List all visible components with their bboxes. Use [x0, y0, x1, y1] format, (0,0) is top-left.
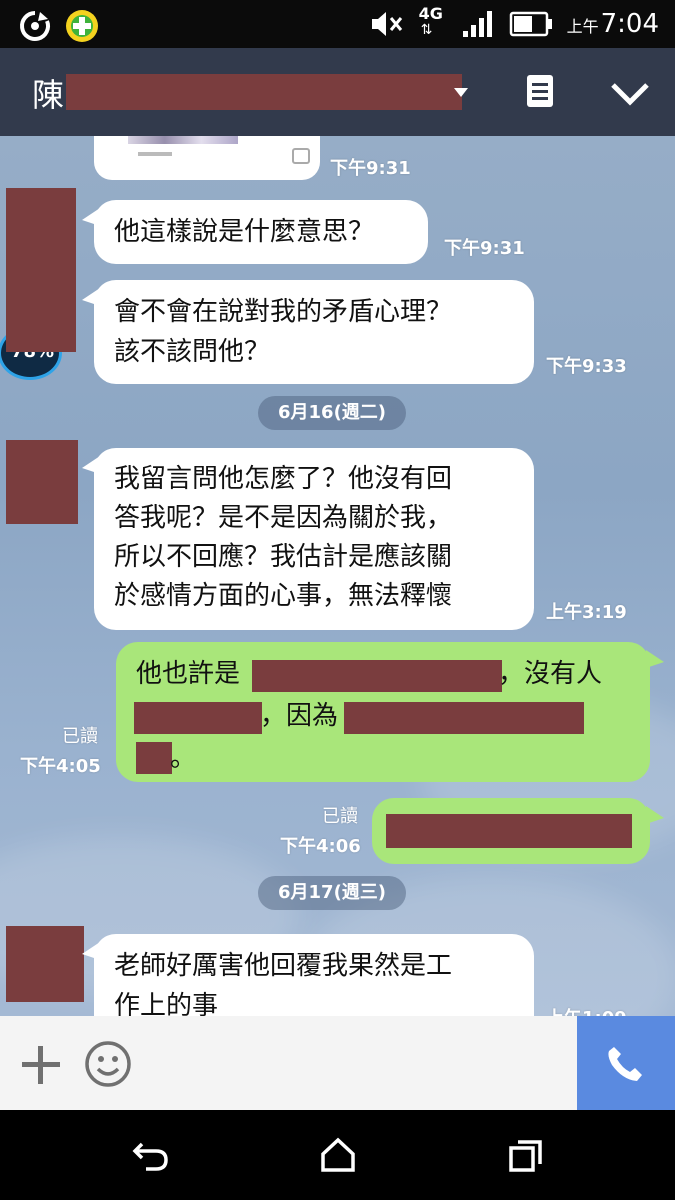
call-button[interactable]	[577, 1016, 675, 1110]
contact-avatar[interactable]	[6, 926, 84, 1002]
message-time: 下午9:33	[546, 356, 627, 377]
redacted-text	[136, 742, 172, 774]
image-thumbnail	[128, 136, 238, 144]
battery-icon	[509, 11, 552, 37]
redacted-text	[252, 660, 502, 692]
signal-icon	[462, 11, 492, 37]
read-receipt: 已讀	[322, 806, 358, 827]
message-text-line: 於感情方面的心事，無法釋懷	[114, 581, 453, 611]
network-type-label: 4G	[418, 4, 443, 23]
data-arrows-icon: ⇅	[420, 22, 433, 38]
redacted-contact-name	[66, 74, 462, 110]
message-text: 。	[170, 743, 197, 773]
chat-title[interactable]: 陳	[32, 70, 64, 116]
message-time: 下午9:31	[444, 238, 525, 259]
home-icon[interactable]	[320, 1136, 356, 1174]
clock-prefix: 上午	[566, 17, 599, 36]
message-text-line: 老師好厲害他回覆我果然是工	[114, 951, 453, 981]
message-text: ，沒有人	[498, 659, 603, 689]
phone-icon	[608, 1047, 642, 1081]
system-nav-bar	[0, 1110, 675, 1200]
message-text: 他這樣說是什麼意思？	[114, 217, 375, 247]
contact-avatar-overlay	[6, 188, 76, 352]
date-separator: 6月17(週三)	[258, 876, 407, 910]
message-text-line: 所以不回應？我估計是應該關	[114, 542, 453, 572]
network-indicator: 4G ⇅	[419, 4, 447, 40]
message-text-line: 該不該問他？	[114, 337, 271, 367]
contact-avatar[interactable]	[6, 440, 78, 524]
incoming-message[interactable]: 會不會在說對我的矛盾心理？ 該不該問他？	[82, 280, 534, 384]
message-time: 下午9:31	[330, 158, 411, 179]
message-text-line: 會不會在說對我的矛盾心理？	[114, 297, 453, 327]
card-caption-line	[138, 152, 172, 156]
redacted-text	[386, 814, 632, 848]
read-receipt: 已讀	[62, 726, 98, 747]
message-text: 他也許是	[136, 659, 241, 689]
back-icon[interactable]	[132, 1140, 170, 1172]
chat-header: 陳	[0, 48, 675, 136]
message-input-bar	[0, 1016, 675, 1110]
message-time: 下午4:06	[280, 836, 361, 857]
recent-apps-icon[interactable]	[508, 1138, 544, 1174]
dropdown-arrow-icon[interactable]	[454, 88, 468, 98]
message-text-line: 我留言問他怎麼了？他沒有回	[114, 464, 453, 494]
chat-area[interactable]: 下午9:31 78% 他這樣說是什麼意思？ 下午9:31 會不會在說對我的矛盾心…	[0, 136, 675, 1016]
app-plus-icon	[66, 10, 98, 42]
shared-image-card[interactable]	[94, 136, 320, 180]
clock-time: 7:04	[600, 9, 659, 39]
outgoing-message[interactable]	[372, 798, 664, 864]
message-text-line: 作上的事	[114, 991, 219, 1016]
redacted-text	[344, 702, 584, 734]
outgoing-message[interactable]: 他也許是 ，沒有人 ，因為 。	[116, 642, 664, 782]
incoming-message[interactable]: 老師好厲害他回覆我果然是工 作上的事	[82, 934, 534, 1016]
incoming-message[interactable]: 他這樣說是什麼意思？	[82, 200, 428, 264]
sync-icon	[20, 11, 50, 41]
message-time: 下午4:05	[20, 756, 101, 777]
status-bar: 4G ⇅ 上午7:04	[0, 0, 675, 48]
message-time: 上午1:09	[546, 1004, 627, 1016]
chevron-down-icon[interactable]	[610, 82, 650, 106]
card-share-icon	[292, 148, 310, 164]
incoming-message[interactable]: 我留言問他怎麼了？他沒有回 答我呢？是不是因為關於我， 所以不回應？我估計是應該…	[82, 448, 534, 630]
plus-icon[interactable]	[20, 1044, 62, 1086]
message-text-line: 答我呢？是不是因為關於我，	[114, 503, 453, 533]
emoji-icon[interactable]	[84, 1040, 132, 1088]
notes-icon[interactable]	[526, 74, 554, 108]
redacted-text	[134, 702, 262, 734]
message-time: 上午3:19	[546, 602, 627, 623]
message-text: ，因為	[260, 701, 339, 731]
clock: 上午7:04	[567, 9, 659, 39]
date-separator: 6月16(週二)	[258, 396, 407, 430]
mute-icon	[371, 12, 402, 36]
